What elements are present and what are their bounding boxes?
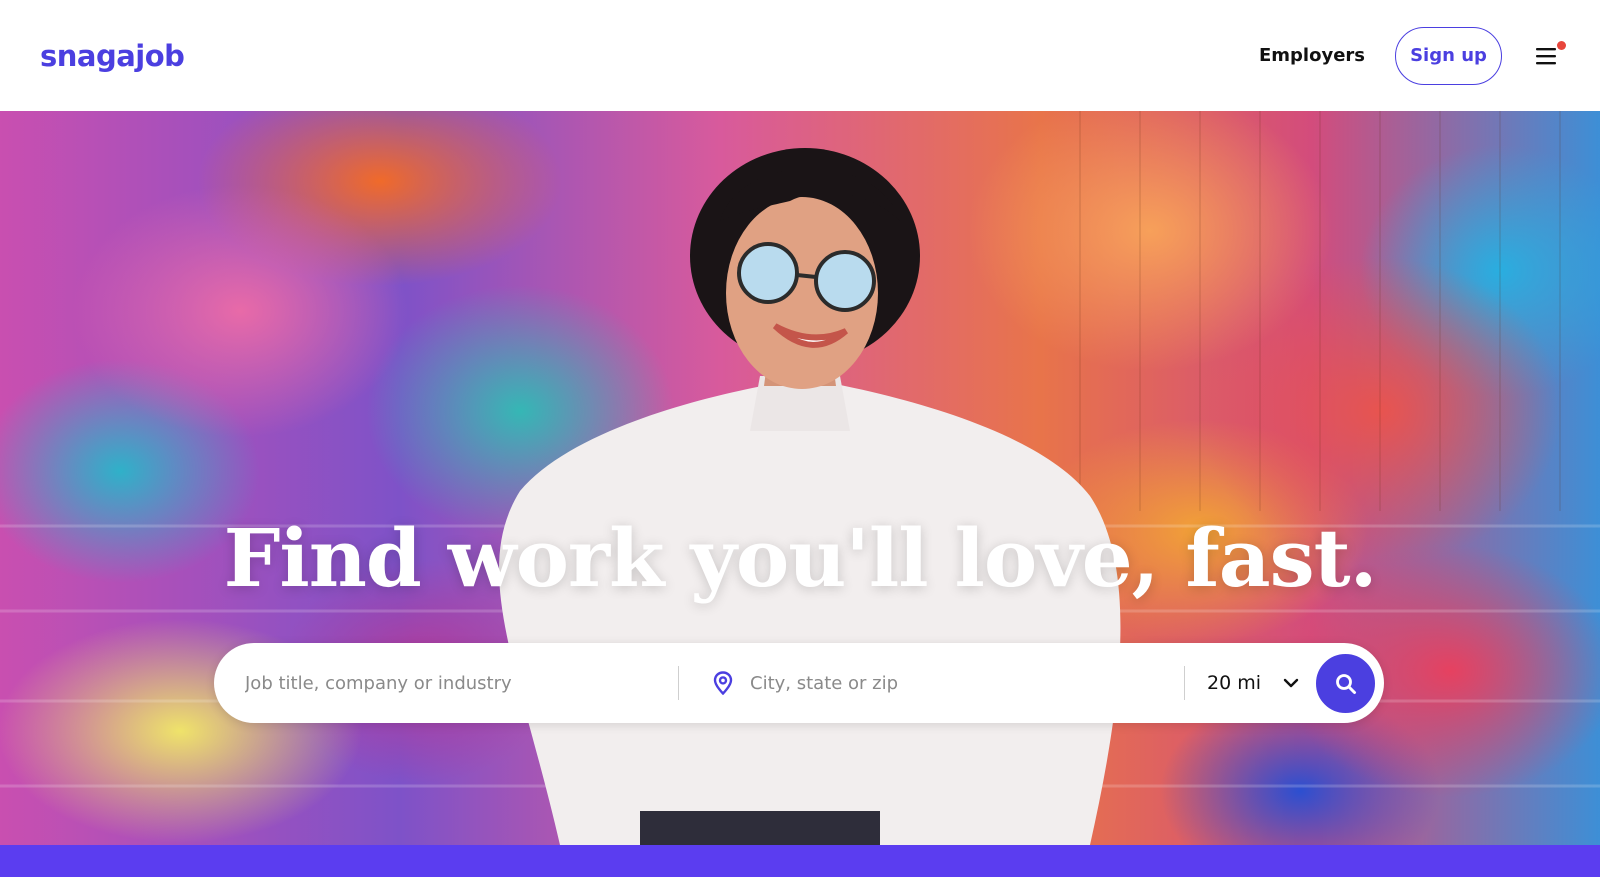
search-button[interactable] [1313, 651, 1378, 716]
search-divider [1184, 666, 1185, 700]
search-icon [1335, 673, 1356, 694]
site-header: snagajob Employers Sign up [0, 0, 1600, 111]
radius-select[interactable]: 20 mi [1207, 672, 1307, 694]
search-divider [678, 666, 679, 700]
header-actions: Employers Sign up [1259, 26, 1566, 85]
hero-section: Find work you'll love, fast. 20 mi [0, 111, 1600, 845]
hero-headline: Find work you'll love, fast. [223, 511, 1378, 605]
employers-link[interactable]: Employers [1259, 45, 1365, 66]
location-pin-icon [712, 671, 734, 695]
notification-dot [1557, 40, 1566, 50]
bottom-band [0, 845, 1600, 877]
hamburger-menu-icon [1536, 47, 1556, 64]
hero-photo-person [0, 111, 1600, 845]
chevron-down-icon [1283, 678, 1299, 688]
snagajob-logo[interactable]: snagajob [40, 39, 185, 73]
sign-up-button[interactable]: Sign up [1395, 26, 1502, 85]
location-input[interactable] [734, 653, 1184, 713]
job-title-input[interactable] [214, 653, 678, 713]
menu-button[interactable] [1532, 40, 1566, 70]
job-search-bar: 20 mi [214, 643, 1384, 723]
radius-value: 20 mi [1207, 672, 1262, 694]
